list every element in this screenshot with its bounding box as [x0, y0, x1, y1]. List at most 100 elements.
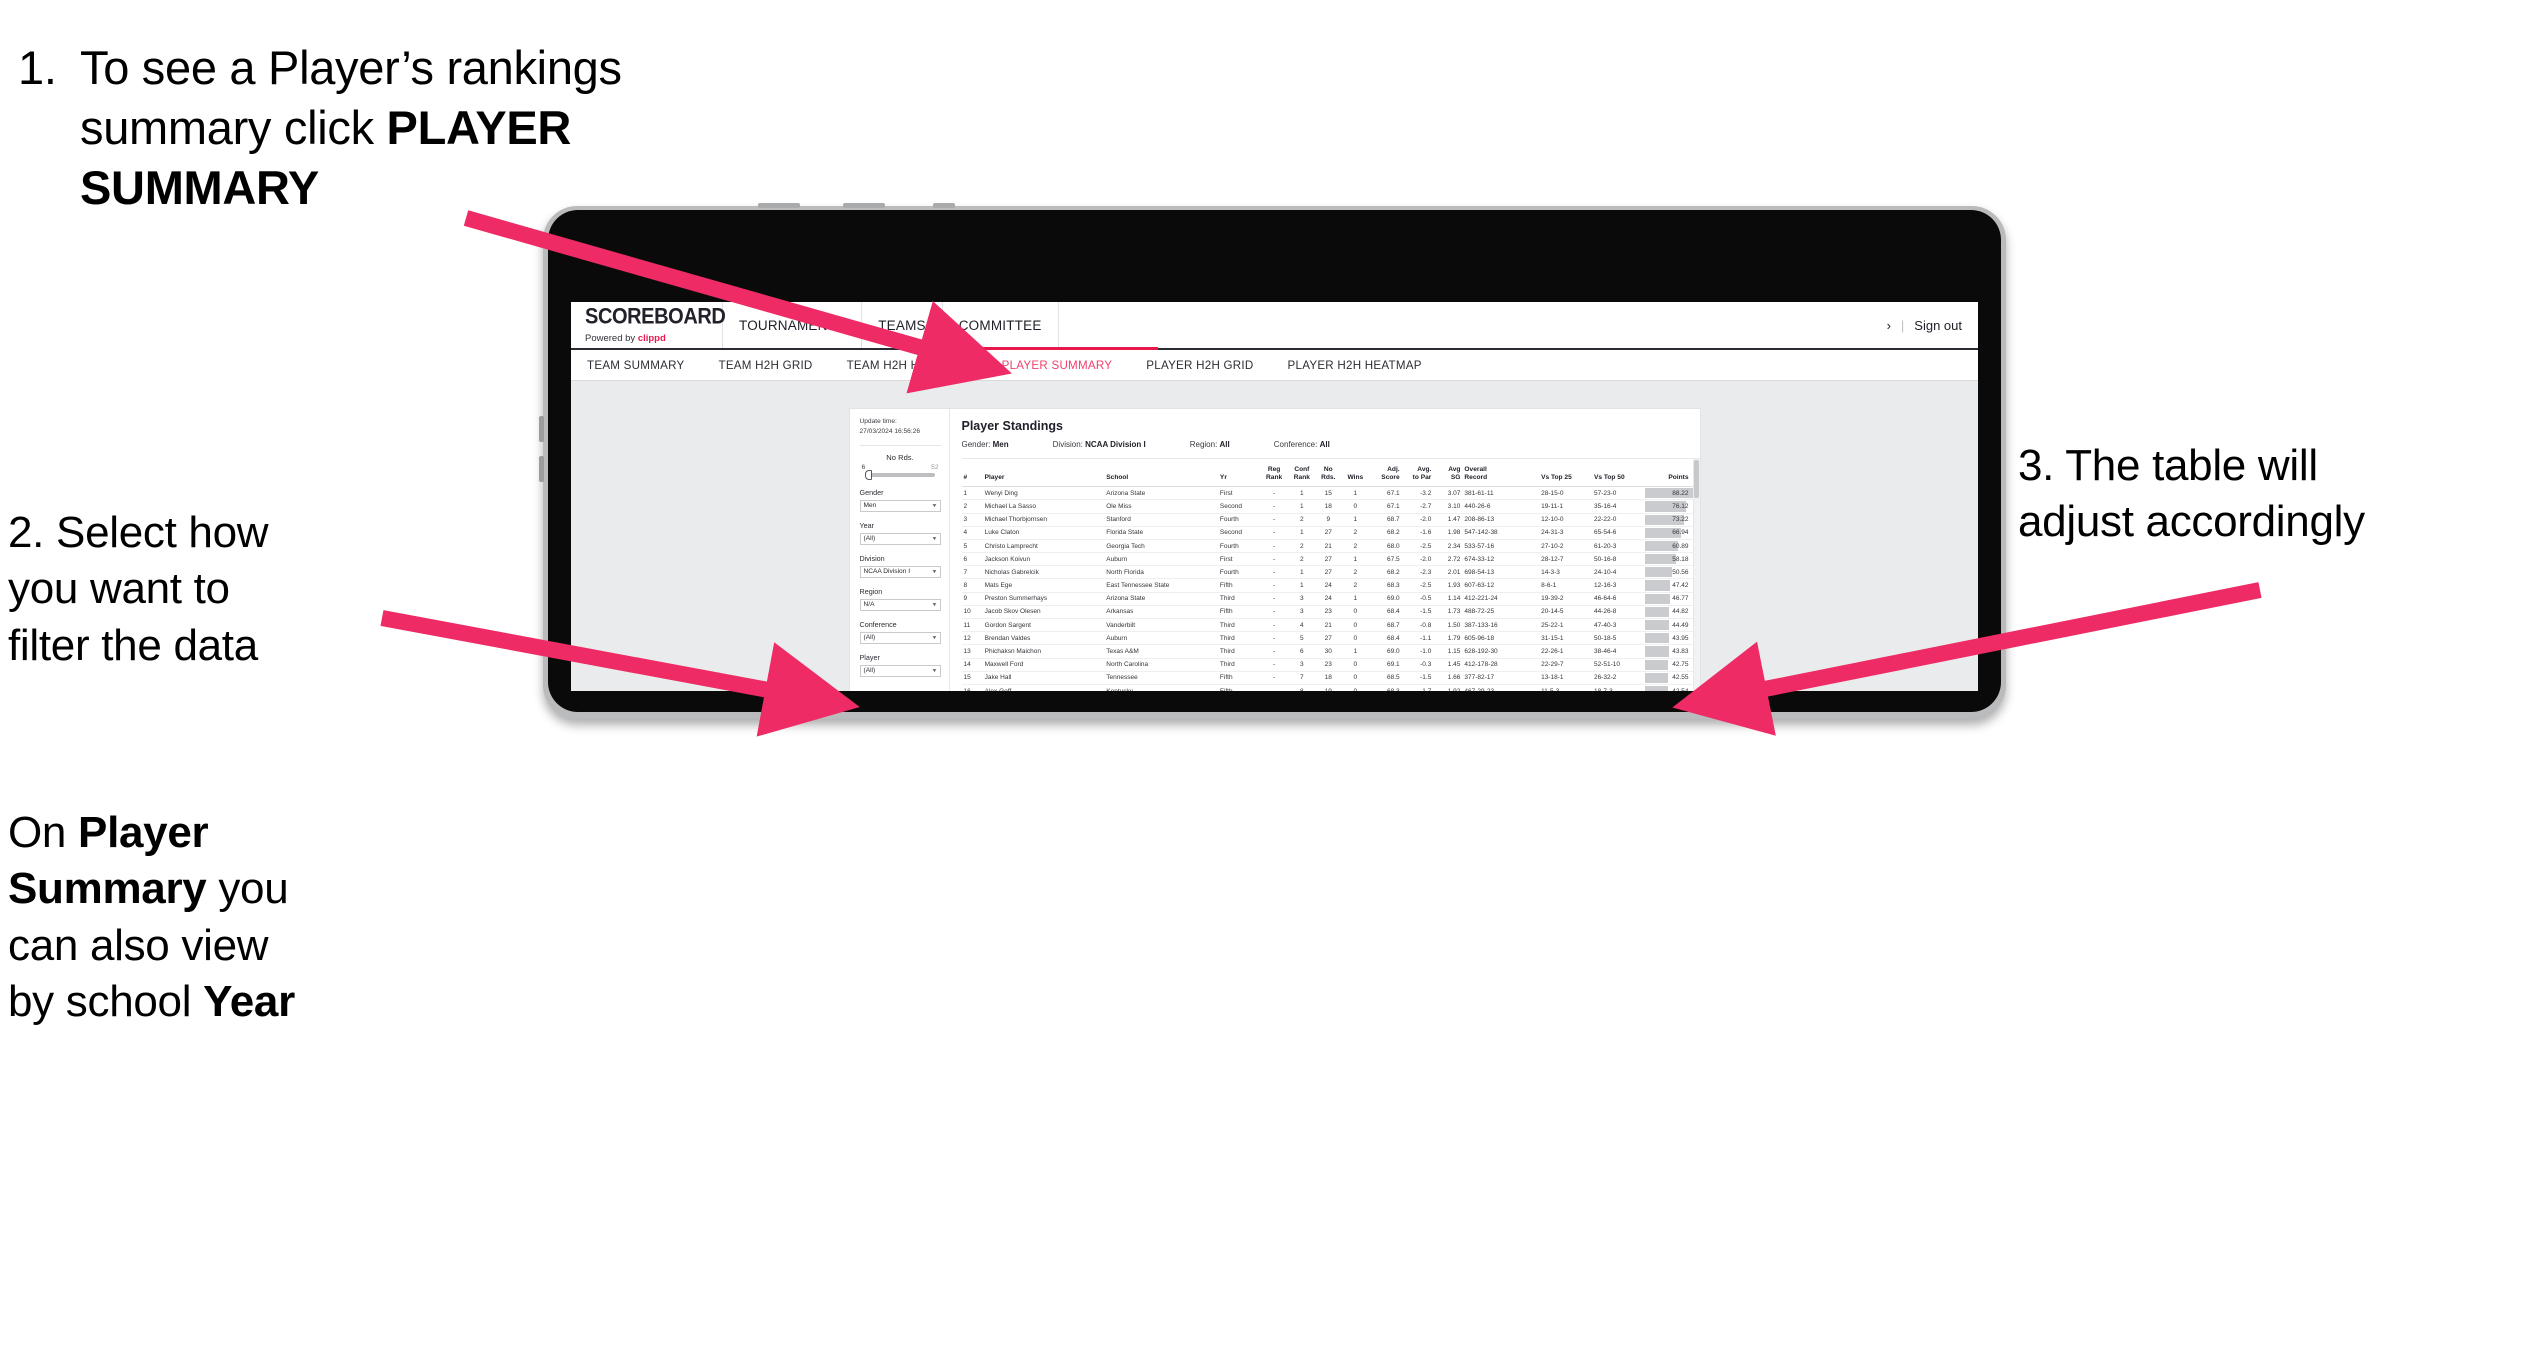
col-rank-header[interactable]: # — [961, 459, 983, 488]
col-overall-record-cell: 605-96-18 — [1462, 631, 1540, 646]
col-overall-record-cell: 698-54-13 — [1462, 565, 1540, 580]
col-overall-record-header[interactable]: Overall Record — [1462, 459, 1540, 488]
subnav-team-summary[interactable]: TEAM SUMMARY — [587, 359, 701, 372]
col-wins-cell: 0 — [1340, 499, 1370, 514]
table-row[interactable]: 1 Wenyi Ding Arizona State First -1 15 1 67.1 -3… — [961, 486, 1693, 501]
col-no-rds-header[interactable]: No Rds. — [1315, 459, 1341, 488]
division-filter-label: Division — [859, 553, 885, 563]
col-avg-sg-cell: 1.14 — [1433, 592, 1463, 606]
col-adj-score-cell: 68.5 — [1369, 671, 1402, 685]
col-school-cell: East Tennessee State — [1104, 578, 1218, 593]
table-row[interactable]: 5 Christo Lamprecht Georgia Tech Fourth -2 21… — [961, 539, 1693, 554]
header-account-area: › | Sign out — [1887, 302, 1978, 348]
year-filter-select[interactable]: (All) ▼ — [859, 532, 941, 545]
col-vs-top-50-cell: 57-23-0 — [1591, 486, 1645, 501]
col-wins-cell: 2 — [1340, 565, 1370, 580]
table-row[interactable]: 12 Brendan Valdes Auburn Third -5 27 0 68.4 -1.1… — [961, 631, 1693, 646]
subnav-team-h2h-heatmap[interactable]: TEAM H2H HEATMAP — [830, 359, 985, 372]
col-year-header[interactable]: Yr — [1217, 459, 1261, 488]
region-filter-select[interactable]: N/A ▼ — [859, 598, 941, 611]
col-conf-rank-header[interactable]: Conf Rank — [1287, 459, 1316, 488]
col-school-header[interactable]: School — [1104, 459, 1218, 488]
conference-filter-select[interactable]: (All) ▼ — [859, 631, 941, 644]
table-row[interactable]: 6 Jackson Koivun Auburn First -2 27 1 67.5 -2.0 2… — [961, 552, 1693, 567]
table-row[interactable]: 15 Jake Hall Tennessee Fifth -7 18 0 68.5 -1.5 1.… — [961, 671, 1693, 685]
col-points-cell: 44.82 — [1644, 605, 1693, 620]
sign-out-link[interactable]: Sign out — [1914, 318, 1962, 333]
no-rounds-slider-filter[interactable]: No Rds. 6 52 — [860, 453, 941, 481]
table-row[interactable]: 14 Maxwell Ford North Carolina Third -3 23 0 69… — [961, 658, 1693, 672]
col-reg-rank-header[interactable]: Reg Rank — [1260, 459, 1288, 488]
col-rank-cell: 8 — [961, 578, 983, 593]
col-vs-top-25-cell: 25-22-1 — [1539, 618, 1592, 633]
col-points-header[interactable]: Points — [1644, 459, 1693, 488]
col-no-rds-cell: 27 — [1315, 631, 1341, 646]
col-avg-to-par-header[interactable]: Avg. to Par — [1401, 459, 1434, 488]
no-rounds-slider-track[interactable] — [864, 470, 935, 481]
table-row[interactable]: 8 Mats Ege East Tennessee State Fifth -1 24 2 6… — [961, 578, 1693, 593]
col-vs-top-50-header[interactable]: Vs Top 50 — [1591, 459, 1645, 488]
header-nav-committee[interactable]: COMMITTEE — [942, 302, 1158, 350]
table-row[interactable]: 4 Luke Claton Florida State Second -1 27 2 68.2… — [961, 526, 1693, 540]
gender-filter-select[interactable]: Men ▼ — [859, 499, 941, 512]
col-conf-rank-cell: 3 — [1287, 605, 1316, 620]
year-filter: Year (All) ▼ — [859, 521, 941, 545]
header-nav-tournaments[interactable]: TOURNAMENTS — [723, 302, 863, 348]
header-nav-teams[interactable]: TEAMS — [862, 302, 943, 348]
points-value: 73.22 — [1672, 516, 1689, 524]
table-row[interactable]: 11 Gordon Sargent Vanderbilt Third -4 21 0 68.7… — [961, 618, 1693, 633]
points-value: 42.75 — [1672, 661, 1689, 669]
col-adj-score-header[interactable]: Adj. Score — [1369, 459, 1402, 488]
tablet-screen: SCOREBOARD Powered by clippd TOURNAMENTS… — [571, 302, 1978, 691]
col-rank-cell: 1 — [961, 486, 983, 501]
app-logo[interactable]: SCOREBOARD Powered by clippd — [571, 302, 726, 348]
col-avg-to-par-cell: -1.5 — [1401, 605, 1434, 620]
subnav-player-summary[interactable]: PLAYER SUMMARY — [985, 359, 1130, 372]
table-row[interactable]: 3 Michael Thorbjornsen Stanford Fourth -2 9 1 6… — [961, 513, 1693, 527]
col-no-rds-cell: 27 — [1315, 526, 1341, 540]
division-filter-value: NCAA Division I — [863, 568, 911, 576]
col-wins-header[interactable]: Wins — [1340, 459, 1370, 488]
player-filter-select[interactable]: (All) ▼ — [859, 664, 941, 677]
col-avg-sg-cell: 2.01 — [1433, 565, 1463, 580]
table-scrollbar-thumb[interactable] — [1694, 460, 1699, 498]
col-points-cell: 42.55 — [1644, 671, 1693, 685]
col-player-header[interactable]: Player — [982, 459, 1105, 488]
col-vs-top-25-cell: 28-15-0 — [1539, 486, 1592, 501]
subnav-team-h2h-grid[interactable]: TEAM H2H GRID — [701, 359, 829, 372]
subnav-player-h2h-heatmap[interactable]: PLAYER H2H HEATMAP — [1271, 359, 1439, 372]
table-row[interactable]: 7 Nicholas Gabrelcik North Florida Fourth -1… — [961, 565, 1693, 580]
col-vs-top-50-cell: 24-10-4 — [1591, 565, 1645, 580]
table-row[interactable]: 16Alex GoffKentuckyFifth-819068.3-1.71.9… — [961, 684, 1693, 691]
col-adj-score-cell: 67.1 — [1369, 499, 1402, 514]
division-filter-select[interactable]: NCAA Division I ▼ — [859, 565, 941, 578]
col-points-cell: 60.89 — [1644, 539, 1693, 554]
col-overall-record-cell: 607-63-12 — [1462, 578, 1540, 593]
col-year-cell: Fourth — [1217, 565, 1261, 580]
col-vs-top-25-header[interactable]: Vs Top 25 — [1539, 459, 1592, 488]
chevron-down-icon: ▼ — [930, 601, 938, 608]
col-reg-rank-cell: - — [1260, 539, 1288, 554]
points-value: 88.22 — [1672, 489, 1689, 497]
col-adj-score-cell: 69.1 — [1369, 658, 1402, 672]
chevron-right-icon[interactable]: › — [1887, 318, 1891, 333]
annotation-note-line3: can also view — [8, 920, 269, 970]
table-scrollbar[interactable] — [1692, 459, 1700, 691]
table-row[interactable]: 9 Preston Summerhays Arizona State Third -3 2… — [961, 592, 1693, 606]
col-rank-cell: 13 — [961, 644, 983, 659]
col-rank-cell: 10 — [961, 605, 983, 620]
col-overall-record-cell: 533-57-16 — [1462, 539, 1540, 554]
col-overall-record-cell: 467-29-23 — [1462, 684, 1540, 691]
subnav-player-h2h-grid[interactable]: PLAYER H2H GRID — [1129, 359, 1270, 372]
col-school-cell: Arkansas — [1104, 605, 1218, 620]
chevron-down-icon: ▼ — [930, 634, 938, 641]
table-row[interactable]: 13 Phichaksn Maichon Texas A&M Third -6 30 1 69… — [961, 644, 1693, 659]
col-wins-cell: 0 — [1340, 671, 1370, 685]
col-player-cell: Mats Ege — [982, 578, 1105, 593]
logo-tagline: Powered by clippd — [585, 333, 722, 344]
no-rounds-slider-handle[interactable] — [864, 470, 872, 481]
col-adj-score-cell: 69.0 — [1369, 644, 1402, 659]
table-row[interactable]: 2 Michael La Sasso Ole Miss Second -1 18 0 67.1… — [961, 499, 1693, 514]
table-row[interactable]: 10 Jacob Skov Olesen Arkansas Fifth -3 23 0 68.… — [961, 605, 1693, 620]
col-avg-sg-header[interactable]: Avg SG — [1433, 459, 1463, 488]
